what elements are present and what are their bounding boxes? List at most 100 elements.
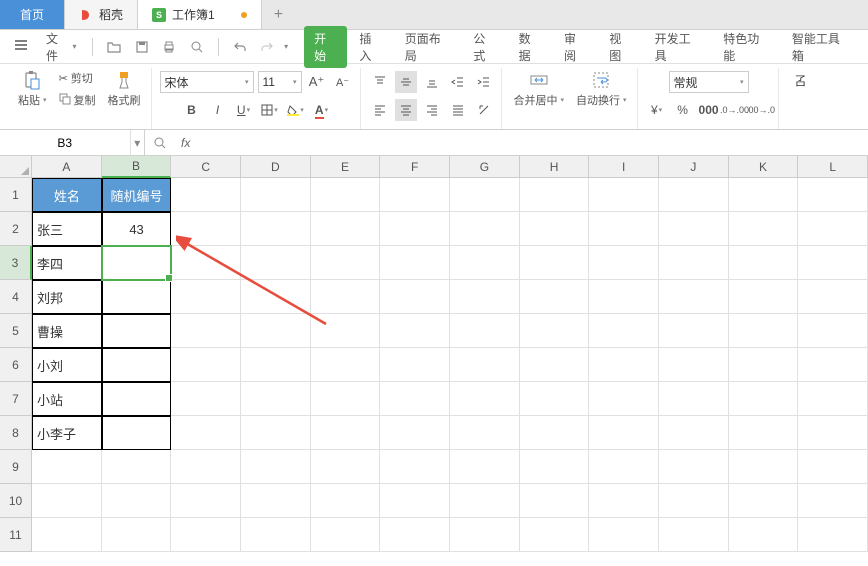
column-header[interactable]: C [171, 156, 241, 178]
align-middle-button[interactable] [395, 71, 417, 93]
cell[interactable] [311, 518, 381, 552]
cell[interactable] [241, 348, 311, 382]
conditional-format-button[interactable]: 叾 [787, 68, 815, 92]
cell[interactable] [520, 450, 590, 484]
cell[interactable] [450, 450, 520, 484]
increase-decimal-button[interactable]: .0→.00 [724, 99, 746, 121]
comma-button[interactable]: 000 [698, 99, 720, 121]
cell[interactable] [659, 518, 729, 552]
paste-button[interactable]: 粘贴▾ [14, 68, 51, 110]
currency-button[interactable]: ¥▾ [646, 99, 668, 121]
cell[interactable] [171, 450, 241, 484]
cell[interactable] [102, 382, 172, 416]
cell[interactable] [380, 518, 450, 552]
cell[interactable] [798, 484, 868, 518]
cell[interactable] [729, 246, 799, 280]
cell[interactable] [729, 518, 799, 552]
cell[interactable] [520, 416, 590, 450]
cell[interactable] [450, 484, 520, 518]
cell[interactable] [311, 212, 381, 246]
cell[interactable] [380, 246, 450, 280]
row-header[interactable]: 10 [0, 484, 32, 518]
tab-insert[interactable]: 插入 [349, 26, 392, 68]
tab-home[interactable]: 首页 [0, 0, 65, 29]
row-header[interactable]: 8 [0, 416, 32, 450]
font-name-select[interactable]: 宋体▾ [160, 71, 254, 93]
cell[interactable] [589, 450, 659, 484]
cell[interactable] [659, 416, 729, 450]
cell[interactable] [380, 484, 450, 518]
cell[interactable] [171, 280, 241, 314]
cell[interactable] [311, 416, 381, 450]
cell[interactable] [171, 178, 241, 212]
cell[interactable] [798, 518, 868, 552]
name-box-dropdown[interactable]: ▾ [130, 130, 144, 155]
cell[interactable] [102, 314, 172, 348]
cell[interactable] [729, 348, 799, 382]
open-file-button[interactable] [103, 36, 125, 58]
cell[interactable] [798, 416, 868, 450]
save-button[interactable] [131, 36, 153, 58]
wrap-text-button[interactable]: 自动换行▾ [572, 68, 631, 110]
cell[interactable] [450, 348, 520, 382]
row-header[interactable]: 6 [0, 348, 32, 382]
column-header[interactable]: K [729, 156, 799, 178]
cell[interactable] [450, 280, 520, 314]
cell[interactable] [241, 246, 311, 280]
cell[interactable]: 小李子 [32, 416, 102, 450]
bold-button[interactable]: B [181, 99, 203, 121]
cell[interactable] [520, 382, 590, 416]
tab-review[interactable]: 审阅 [554, 26, 597, 68]
column-header[interactable]: H [520, 156, 590, 178]
cell[interactable] [450, 416, 520, 450]
orientation-button[interactable] [473, 99, 495, 121]
column-header[interactable]: D [241, 156, 311, 178]
cell[interactable] [729, 212, 799, 246]
number-format-select[interactable]: 常规▾ [669, 71, 749, 93]
decrease-decimal-button[interactable]: .00→.0 [750, 99, 772, 121]
cell[interactable] [589, 382, 659, 416]
cell[interactable] [659, 348, 729, 382]
cell[interactable] [450, 314, 520, 348]
cell[interactable] [589, 484, 659, 518]
cell[interactable] [659, 382, 729, 416]
cell[interactable] [380, 348, 450, 382]
cell[interactable] [589, 314, 659, 348]
tab-page-layout[interactable]: 页面布局 [395, 26, 462, 68]
column-header[interactable]: E [311, 156, 381, 178]
cell[interactable] [241, 178, 311, 212]
cell[interactable] [589, 280, 659, 314]
print-button[interactable] [159, 36, 181, 58]
column-header[interactable]: B [102, 156, 172, 178]
cell[interactable] [450, 246, 520, 280]
cell[interactable] [241, 280, 311, 314]
font-color-button[interactable]: A▾ [311, 99, 333, 121]
cell[interactable] [659, 280, 729, 314]
cell[interactable] [311, 314, 381, 348]
cell[interactable] [380, 212, 450, 246]
cell[interactable] [659, 246, 729, 280]
cell[interactable] [450, 518, 520, 552]
cell[interactable] [171, 212, 241, 246]
cell[interactable] [589, 416, 659, 450]
cell[interactable] [798, 314, 868, 348]
cell[interactable] [311, 484, 381, 518]
column-header[interactable]: A [32, 156, 102, 178]
tab-start[interactable]: 开始 [304, 26, 347, 68]
merge-cells-button[interactable]: 合并居中▾ [510, 68, 569, 110]
cells-area[interactable]: 姓名随机编号张三43李四刘邦曹操小刘小站小李子 [32, 178, 868, 566]
cell[interactable] [171, 382, 241, 416]
cell[interactable] [102, 348, 172, 382]
cell[interactable] [520, 246, 590, 280]
cell[interactable] [589, 348, 659, 382]
cell[interactable]: 小站 [32, 382, 102, 416]
column-header[interactable]: I [589, 156, 659, 178]
cell[interactable] [241, 450, 311, 484]
cell[interactable] [798, 382, 868, 416]
justify-button[interactable] [447, 99, 469, 121]
tab-dev-tools[interactable]: 开发工具 [645, 26, 712, 68]
cancel-formula-button[interactable] [145, 137, 175, 149]
cell[interactable] [102, 246, 172, 280]
cell[interactable] [241, 212, 311, 246]
cell[interactable] [589, 518, 659, 552]
